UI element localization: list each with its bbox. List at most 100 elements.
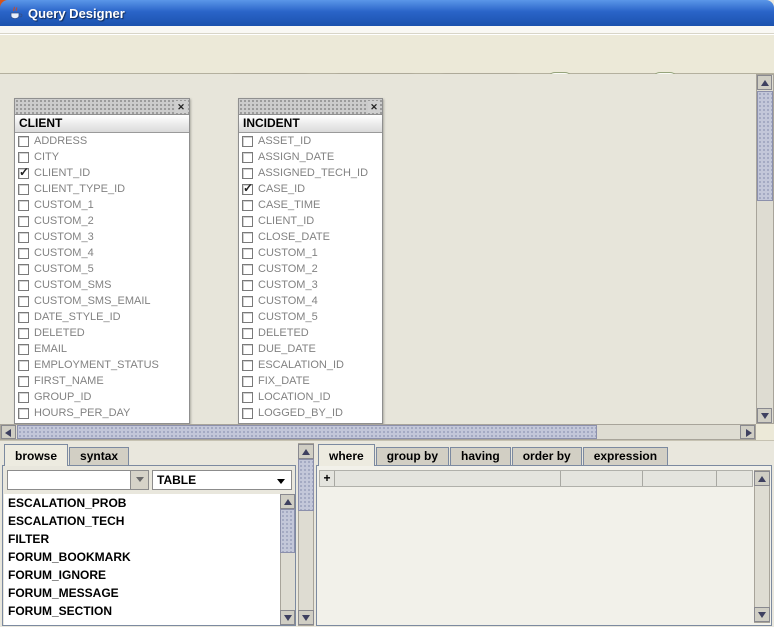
field-checkbox[interactable]	[18, 280, 29, 291]
table-list-item[interactable]: ESCALATION_PROB	[4, 494, 280, 512]
field-checkbox[interactable]	[242, 200, 253, 211]
field-row: EMPLOYMENT_STATUS	[15, 357, 189, 373]
field-checkbox[interactable]	[242, 216, 253, 227]
field-label: ASSIGNED_TECH_ID	[258, 167, 368, 179]
criteria-vertical-scrollbar[interactable]	[754, 470, 770, 623]
field-label: DUE_DATE	[258, 343, 316, 355]
criteria-tab-order-by[interactable]: order by	[512, 447, 582, 465]
criteria-tab-expression[interactable]: expression	[583, 447, 668, 465]
field-checkbox[interactable]	[18, 360, 29, 371]
field-row: CUSTOM_3	[239, 277, 382, 293]
combo-dropdown-button[interactable]	[130, 471, 148, 489]
scroll-up-button[interactable]	[298, 444, 314, 459]
desktop-horizontal-scrollbar[interactable]	[0, 424, 756, 440]
field-checkbox[interactable]	[242, 264, 253, 275]
arrow-up-icon	[758, 476, 766, 482]
field-checkbox[interactable]	[242, 344, 253, 355]
scroll-down-button[interactable]	[298, 610, 314, 625]
field-checkbox[interactable]	[242, 168, 253, 179]
criteria-table-body[interactable]	[319, 487, 753, 623]
field-checkbox[interactable]	[242, 408, 253, 419]
field-row: ASSET_ID	[239, 133, 382, 149]
field-label: CUSTOM_5	[258, 311, 318, 323]
field-checkbox[interactable]	[242, 328, 253, 339]
table-list-scrollbar[interactable]	[280, 494, 295, 625]
frame-titlebar[interactable]: ✕	[15, 99, 189, 115]
field-checkbox[interactable]	[18, 232, 29, 243]
field-checkbox[interactable]	[18, 136, 29, 147]
browse-tab-syntax[interactable]: syntax	[69, 447, 129, 465]
scroll-up-button[interactable]	[757, 75, 772, 90]
scroll-right-button[interactable]	[740, 425, 755, 439]
close-icon[interactable]: ✕	[175, 101, 187, 113]
scroll-up-button[interactable]	[754, 471, 770, 486]
scroll-up-button[interactable]	[280, 494, 295, 509]
filter-combobox[interactable]	[7, 470, 149, 490]
field-checkbox[interactable]	[242, 376, 253, 387]
table-list-item[interactable]: FORUM_BOOKMARK	[4, 548, 280, 566]
field-row: CUSTOM_5	[15, 261, 189, 277]
split-vertical-scrollbar[interactable]	[298, 443, 314, 626]
criteria-panel-body: +	[316, 465, 772, 626]
field-checkbox[interactable]	[242, 232, 253, 243]
add-criteria-button[interactable]: +	[320, 471, 335, 486]
field-row: ASSIGNED_TECH_ID	[239, 165, 382, 181]
criteria-tab-group-by[interactable]: group by	[376, 447, 449, 465]
desktop-vertical-scrollbar[interactable]	[756, 74, 774, 424]
field-checkbox[interactable]	[18, 296, 29, 307]
field-checkbox[interactable]	[18, 184, 29, 195]
field-checkbox[interactable]	[18, 200, 29, 211]
field-checkbox[interactable]: ✓	[18, 168, 29, 179]
criteria-tab-having[interactable]: having	[450, 447, 511, 465]
window-titlebar[interactable]: Query Designer	[0, 0, 774, 26]
field-checkbox[interactable]	[18, 344, 29, 355]
field-row: DATE_STYLE_ID	[15, 309, 189, 325]
field-label: FIRST_NAME	[34, 375, 104, 387]
scrollbar-thumb[interactable]	[280, 509, 295, 553]
table-list-item[interactable]: ESCALATION_TECH	[4, 512, 280, 530]
scroll-left-button[interactable]	[1, 425, 16, 439]
field-checkbox[interactable]	[18, 328, 29, 339]
internal-frame-incident: ✕INCIDENTASSET_IDASSIGN_DATEASSIGNED_TEC…	[238, 98, 383, 424]
field-checkbox[interactable]	[242, 248, 253, 259]
field-checkbox[interactable]	[242, 280, 253, 291]
field-checkbox[interactable]	[242, 392, 253, 403]
field-checkbox[interactable]	[18, 392, 29, 403]
field-checkbox[interactable]	[242, 152, 253, 163]
scroll-down-button[interactable]	[754, 607, 770, 622]
table-list-item[interactable]: FORUM_MESSAGE	[4, 584, 280, 602]
browse-tab-browse[interactable]: browse	[4, 444, 68, 466]
field-list: ADDRESSCITY✓CLIENT_IDCLIENT_TYPE_IDCUSTO…	[15, 133, 189, 424]
field-label: LOCATION_ID	[258, 391, 331, 403]
field-checkbox[interactable]: ✓	[242, 184, 253, 195]
field-checkbox[interactable]	[18, 264, 29, 275]
frame-titlebar[interactable]: ✕	[239, 99, 382, 115]
scrollbar-corner	[756, 424, 774, 440]
close-icon[interactable]: ✕	[368, 101, 380, 113]
internal-frame-client: ✕CLIENTADDRESSCITY✓CLIENT_IDCLIENT_TYPE_…	[14, 98, 190, 424]
criteria-tab-where[interactable]: where	[318, 444, 375, 466]
field-checkbox[interactable]	[242, 136, 253, 147]
table-list-item[interactable]: FORUM_SECTION	[4, 602, 280, 620]
table-list-item[interactable]: FORUM_IGNORE	[4, 566, 280, 584]
field-checkbox[interactable]	[242, 360, 253, 371]
field-checkbox[interactable]	[18, 152, 29, 163]
field-checkbox[interactable]	[18, 376, 29, 387]
field-checkbox[interactable]	[242, 312, 253, 323]
field-checkbox[interactable]	[18, 216, 29, 227]
window-title: Query Designer	[28, 6, 125, 21]
field-checkbox[interactable]	[18, 248, 29, 259]
field-row: CUSTOM_4	[239, 293, 382, 309]
scrollbar-thumb[interactable]	[17, 425, 597, 439]
scrollbar-thumb[interactable]	[757, 91, 773, 201]
field-row: HOURS_PER_DAY	[15, 405, 189, 421]
field-row: CUSTOM_2	[15, 213, 189, 229]
object-type-combobox[interactable]: TABLE	[152, 470, 292, 490]
scrollbar-thumb[interactable]	[298, 459, 314, 511]
scroll-down-button[interactable]	[280, 610, 295, 625]
scroll-down-button[interactable]	[757, 408, 772, 423]
field-checkbox[interactable]	[18, 408, 29, 419]
table-list-item[interactable]: FILTER	[4, 530, 280, 548]
field-checkbox[interactable]	[18, 312, 29, 323]
field-checkbox[interactable]	[242, 296, 253, 307]
